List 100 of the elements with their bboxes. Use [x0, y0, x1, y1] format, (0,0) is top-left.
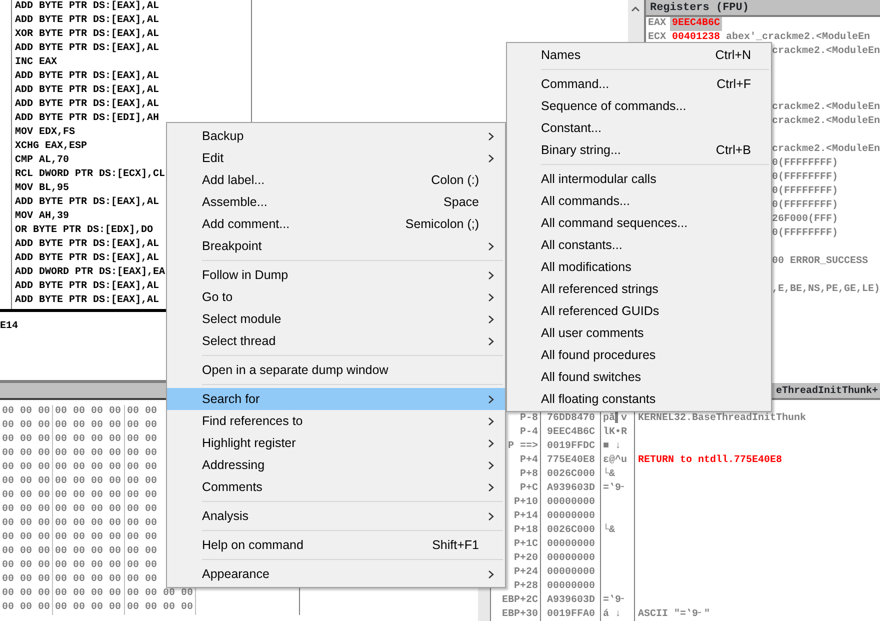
stack-offset: EBP+30: [491, 608, 541, 621]
menu-item[interactable]: Assemble... Space: [167, 191, 505, 213]
stack-value: 00000000: [541, 566, 601, 580]
hex-bytes: 00 00 00: [0, 489, 53, 503]
hex-bytes: 00 00 00: [0, 559, 53, 573]
stack-comment: RETURN to ntdll.775E40E8: [637, 454, 782, 468]
hex-bytes: 00 00 00: [0, 601, 53, 615]
hex-bytes: 00 00 00: [0, 545, 53, 559]
scroll-up-icon[interactable]: [631, 6, 640, 12]
hex-bytes: 00 00 00 00: [53, 503, 125, 517]
code-line: ADD BYTE PTR DS:[EAX],AL: [15, 0, 160, 14]
menu-item[interactable]: All referenced strings: [507, 278, 771, 300]
stack-value: 9EEC4B6C: [541, 426, 601, 440]
menu-item[interactable]: All commands...: [507, 190, 771, 212]
menu-item[interactable]: Names Ctrl+N: [507, 44, 771, 66]
menu-item[interactable]: Follow in Dump: [167, 264, 505, 286]
hex-bytes: 00 00 00: [0, 405, 53, 419]
menu-item[interactable]: Edit: [167, 147, 505, 169]
stack-ascii: ɛ@^u: [603, 455, 628, 466]
stack-ascii: á ↓: [603, 609, 622, 620]
menu-item[interactable]: All found procedures: [507, 344, 771, 366]
code-line: ADD BYTE PTR DS:[EAX],AL: [15, 84, 160, 98]
code-line: ADD BYTE PTR DS:[EAX],AL: [15, 196, 160, 210]
hex-bytes: 00 00 00: [0, 447, 53, 461]
hex-bytes: 00 00 00 00: [53, 489, 125, 503]
menu-item[interactable]: Add comment... Semicolon (;): [167, 213, 505, 235]
hex-bytes: 00 00 00 00: [53, 475, 125, 489]
code-line: MOV EDX,FS: [15, 126, 76, 140]
register-value: 00401238: [670, 31, 721, 45]
code-line: ADD BYTE PTR DS:[EAX],AL: [15, 280, 160, 294]
menu-item[interactable]: All floating constants: [507, 388, 771, 410]
stack-ascii: lK•R: [603, 427, 628, 438]
menu-item[interactable]: Sequence of commands...: [507, 95, 771, 117]
register-comment: abex'_crackme2.<ModuleEn: [726, 31, 870, 45]
hex-bytes: 00 00 00: [0, 475, 53, 489]
menu-item[interactable]: Backup: [167, 125, 505, 147]
hex-bytes: 00 00 00 00: [125, 601, 196, 615]
code-line: ADD BYTE PTR DS:[EAX],AL: [15, 14, 160, 28]
stack-ascii: =‛9╴: [603, 483, 628, 494]
code-line: MOV AH,39: [15, 210, 70, 224]
stack-comment: KERNEL32.BaseThreadInitThunk: [637, 412, 806, 426]
hex-bytes: 00 00 00 00: [53, 531, 125, 545]
code-line: INC EAX: [15, 56, 58, 70]
menu-item[interactable]: Breakpoint: [167, 235, 505, 257]
stack-ascii: └&: [603, 525, 616, 536]
menu-item[interactable]: Add label... Colon (:): [167, 169, 505, 191]
hex-bytes: 00 00 00 00: [53, 433, 125, 447]
code-line: OR BYTE PTR DS:[EDX],DO: [15, 224, 154, 238]
code-line: ADD BYTE PTR DS:[EAX],AL: [15, 238, 160, 252]
code-line: ADD BYTE PTR DS:[EAX],AL: [15, 42, 160, 56]
register-text: 0(FFFFFFFF): [772, 185, 838, 199]
stack-ascii: pā▌v: [603, 413, 628, 424]
register-text: crackme2.<ModuleEn: [772, 115, 880, 129]
menu-item[interactable]: Search for: [167, 388, 505, 410]
menu-item[interactable]: All found switches: [507, 366, 771, 388]
hex-bytes: 00 00 00 00: [53, 517, 125, 531]
menu-item[interactable]: Go to: [167, 286, 505, 308]
code-line: ADD BYTE PTR DS:[EAX],AL: [15, 294, 160, 308]
hex-bytes: 00 00 00 00: [53, 587, 125, 601]
menu-item[interactable]: All modifications: [507, 256, 771, 278]
stack-value: 00000000: [541, 496, 601, 510]
hex-bytes: 00 00 00: [0, 517, 53, 531]
code-line: ADD BYTE PTR DS:[EDI],AH: [15, 112, 160, 126]
stack-value: 00000000: [541, 580, 601, 594]
menu-item[interactable]: All referenced GUIDs: [507, 300, 771, 322]
menu-item[interactable]: Binary string... Ctrl+B: [507, 139, 771, 161]
stack-value: 0026C000: [541, 524, 601, 538]
info-text: E14: [0, 321, 18, 332]
stack-ascii: =‛9╴: [603, 595, 628, 606]
menu-item[interactable]: All intermodular calls: [507, 168, 771, 190]
stack-value: 00000000: [541, 552, 601, 566]
code-line: XCHG EAX,ESP: [15, 140, 88, 154]
stack-value: 00000000: [541, 510, 601, 524]
stack-ascii: ■ ↓: [603, 441, 622, 452]
stack-offset: EBP+2C: [491, 594, 541, 608]
hex-bytes: 00 00 00 00: [53, 461, 125, 475]
register-text: 0(FFFFFFFF): [772, 227, 838, 241]
hex-bytes: 00 00 00 00: [53, 447, 125, 461]
menu-item[interactable]: All constants...: [507, 234, 771, 256]
panel-title: Registers (FPU): [650, 2, 749, 14]
code-line: RCL DWORD PTR DS:[ECX],CL: [15, 168, 166, 182]
register-text: 0(FFFFFFFF): [772, 157, 838, 171]
code-line: ADD BYTE PTR DS:[EAX],AL: [15, 98, 160, 112]
menu-item[interactable]: Open in a separate dump window: [167, 359, 505, 381]
code-line: XOR BYTE PTR DS:[EAX],AL: [15, 28, 160, 42]
code-line: ADD BYTE PTR DS:[EAX],AL: [15, 252, 160, 266]
hex-bytes: 00 00 00: [0, 587, 53, 601]
hex-bytes: 00 00 00 00: [53, 601, 125, 615]
menu-item[interactable]: Constant...: [507, 117, 771, 139]
hex-bytes: 00 00 00: [0, 573, 53, 587]
hex-bytes: 00 00 00: [0, 433, 53, 447]
stack-value: A939603D: [541, 482, 601, 496]
stack-comment: ASCII "=‛9╴": [637, 608, 710, 621]
menu-item[interactable]: Select thread: [167, 330, 505, 352]
stack-value: 0026C000: [541, 468, 601, 482]
register-text: ,E,BE,NS,PE,GE,LE): [772, 283, 880, 297]
menu-item[interactable]: Command... Ctrl+F: [507, 73, 771, 95]
menu-item[interactable]: All user comments: [507, 322, 771, 344]
menu-item[interactable]: All command sequences...: [507, 212, 771, 234]
menu-item[interactable]: Select module: [167, 308, 505, 330]
